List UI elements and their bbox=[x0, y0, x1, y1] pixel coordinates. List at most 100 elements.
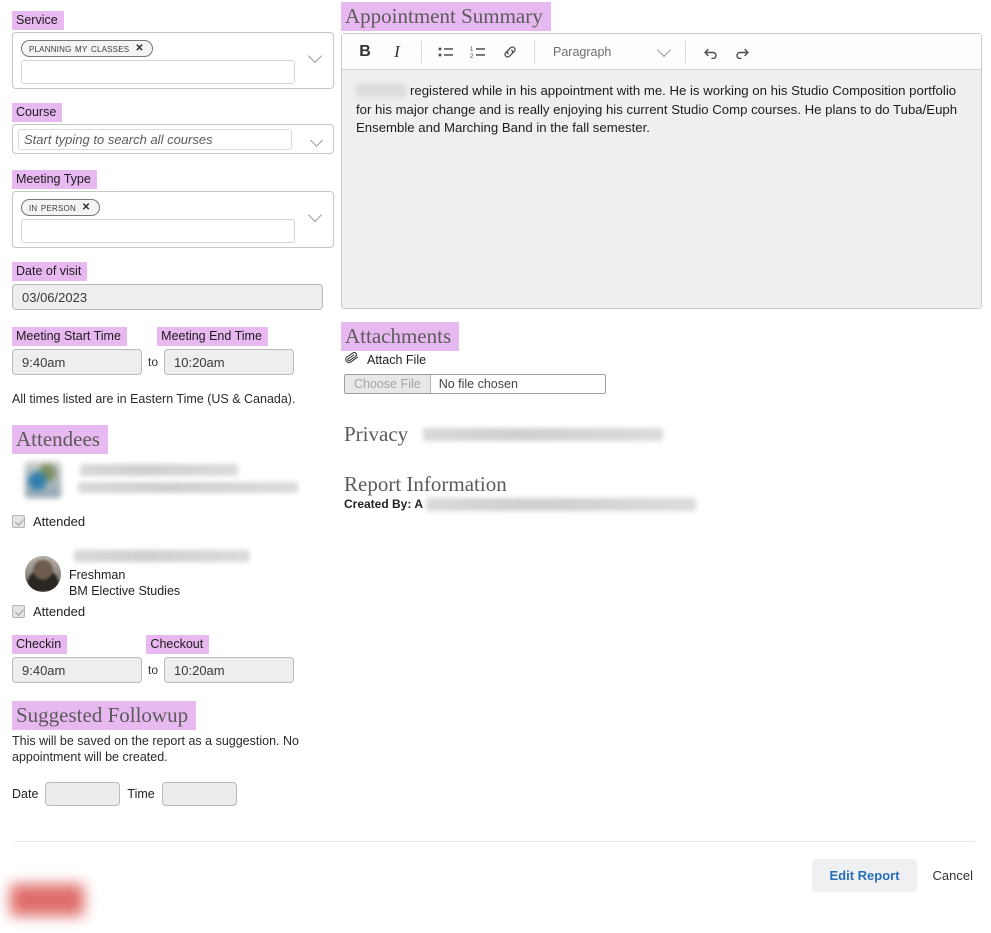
service-multiselect[interactable]: Planning My Classes ✕ bbox=[12, 32, 334, 89]
chevron-down-icon[interactable] bbox=[309, 210, 324, 219]
meeting-end-time-input[interactable] bbox=[164, 349, 295, 375]
attendee-name-redacted bbox=[80, 464, 238, 476]
attendees-heading: Attendees bbox=[12, 425, 108, 454]
footer-divider bbox=[15, 841, 975, 842]
svg-text:2: 2 bbox=[470, 54, 474, 59]
meeting-type-label: Meeting Type bbox=[12, 170, 97, 189]
appointment-summary-editor: B I 1 2 Paragraph registered while in hi… bbox=[341, 33, 982, 309]
attendee-meta: Freshman BM Elective Studies bbox=[69, 568, 180, 599]
avatar bbox=[25, 462, 61, 498]
edit-report-button[interactable]: Edit Report bbox=[812, 859, 917, 892]
checkin-checkout-field: Checkin Checkout to bbox=[12, 635, 334, 683]
paragraph-format-value: Paragraph bbox=[553, 44, 612, 59]
checkout-label: Checkout bbox=[146, 635, 210, 654]
paperclip-icon bbox=[344, 351, 361, 368]
editor-toolbar: B I 1 2 Paragraph bbox=[342, 34, 981, 70]
checkbox-icon[interactable] bbox=[12, 515, 25, 528]
privacy-content-redacted bbox=[422, 428, 663, 441]
date-of-visit-label: Date of visit bbox=[12, 262, 88, 281]
service-token-label: Planning My Classes bbox=[29, 41, 130, 55]
meeting-start-time-label: Meeting Start Time bbox=[12, 327, 127, 346]
choose-file-button[interactable]: Choose File bbox=[345, 375, 431, 393]
followup-time-label: Time bbox=[127, 787, 155, 801]
service-token[interactable]: Planning My Classes ✕ bbox=[21, 40, 153, 57]
service-field: Service Planning My Classes ✕ bbox=[12, 11, 334, 89]
attach-file-label: Attach File bbox=[344, 351, 983, 368]
meeting-type-token-label: In Person bbox=[29, 200, 76, 214]
close-icon[interactable]: ✕ bbox=[82, 202, 91, 213]
followup-date-label: Date bbox=[12, 787, 39, 801]
date-of-visit-field: Date of visit bbox=[12, 262, 334, 310]
checkout-input[interactable] bbox=[164, 657, 295, 683]
timezone-note: All times listed are in Eastern Time (US… bbox=[12, 392, 296, 406]
summary-name-redacted bbox=[356, 84, 406, 97]
bullet-list-icon[interactable] bbox=[431, 38, 461, 66]
obscured-action-button[interactable] bbox=[10, 884, 84, 916]
toolbar-divider bbox=[685, 40, 686, 63]
created-by-label: Created By: bbox=[344, 497, 412, 511]
checkin-separator: to bbox=[148, 663, 159, 677]
followup-date-input[interactable] bbox=[45, 782, 121, 806]
date-of-visit-input[interactable] bbox=[12, 284, 323, 310]
redo-icon[interactable] bbox=[727, 38, 757, 66]
created-by-redacted bbox=[426, 497, 697, 511]
meeting-time-field: Meeting Start Time Meeting End Time to bbox=[12, 327, 334, 375]
appointment-summary-textarea[interactable]: registered while in his appointment with… bbox=[342, 70, 981, 308]
chevron-down-icon bbox=[656, 42, 672, 57]
svg-text:1: 1 bbox=[470, 47, 474, 53]
attachments-heading: Attachments bbox=[341, 322, 460, 351]
attendee-meta-redacted bbox=[78, 482, 298, 493]
attended-checkbox-row[interactable]: Attended bbox=[12, 604, 334, 619]
meeting-type-multiselect[interactable]: In Person ✕ bbox=[12, 191, 334, 248]
footer-actions: Edit Report Cancel bbox=[812, 859, 975, 892]
undo-icon[interactable] bbox=[695, 38, 725, 66]
checkbox-icon[interactable] bbox=[12, 605, 25, 618]
list-item: Freshman BM Elective Studies bbox=[12, 550, 334, 602]
numbered-list-icon[interactable]: 1 2 bbox=[463, 38, 493, 66]
followup-datetime-row: Date Time bbox=[12, 782, 334, 806]
time-separator: to bbox=[148, 355, 159, 369]
meeting-start-time-input[interactable] bbox=[12, 349, 142, 375]
suggested-followup-heading: Suggested Followup bbox=[12, 701, 197, 730]
service-label: Service bbox=[12, 11, 64, 30]
privacy-heading: Privacy bbox=[344, 422, 409, 446]
course-select[interactable] bbox=[12, 124, 334, 154]
attach-file-text: Attach File bbox=[367, 353, 427, 367]
meeting-type-field: Meeting Type In Person ✕ bbox=[12, 170, 334, 248]
bold-button[interactable]: B bbox=[350, 38, 380, 66]
course-input[interactable] bbox=[18, 129, 292, 150]
checkin-label: Checkin bbox=[12, 635, 68, 654]
left-column: Service Planning My Classes ✕ Course Mee… bbox=[12, 0, 334, 806]
followup-time-input[interactable] bbox=[161, 782, 237, 806]
italic-button[interactable]: I bbox=[382, 38, 412, 66]
course-field: Course bbox=[12, 103, 334, 154]
toolbar-divider bbox=[534, 40, 535, 63]
attendee-major: BM Elective Studies bbox=[69, 583, 181, 598]
close-icon[interactable]: ✕ bbox=[135, 43, 144, 54]
meeting-type-text-input[interactable] bbox=[21, 219, 295, 243]
link-icon[interactable] bbox=[495, 38, 525, 66]
checkin-input[interactable] bbox=[12, 657, 142, 683]
file-upload-input[interactable]: Choose File No file chosen bbox=[344, 374, 606, 394]
appointment-summary-text: registered while in his appointment with… bbox=[356, 83, 958, 135]
chevron-down-icon[interactable] bbox=[311, 136, 324, 144]
list-item bbox=[12, 462, 334, 510]
cancel-button[interactable]: Cancel bbox=[931, 864, 975, 887]
attended-checkbox-row[interactable]: Attended bbox=[12, 514, 334, 529]
report-information-heading: Report Information bbox=[344, 472, 507, 496]
avatar bbox=[25, 556, 61, 592]
chevron-down-icon[interactable] bbox=[309, 51, 324, 60]
appointment-summary-heading: Appointment Summary bbox=[341, 2, 551, 31]
meeting-type-token[interactable]: In Person ✕ bbox=[21, 199, 100, 216]
file-status-text: No file chosen bbox=[438, 377, 518, 391]
right-column: Appointment Summary B I 1 2 Paragraph re… bbox=[341, 0, 983, 511]
meeting-end-time-label: Meeting End Time bbox=[157, 327, 268, 346]
attended-label: Attended bbox=[33, 514, 86, 529]
course-label: Course bbox=[12, 103, 63, 122]
attended-label: Attended bbox=[33, 604, 86, 619]
toolbar-divider bbox=[421, 40, 422, 63]
attendee-name-redacted bbox=[74, 550, 250, 562]
attendee-class-year: Freshman bbox=[69, 568, 126, 582]
paragraph-format-select[interactable]: Paragraph bbox=[544, 39, 676, 65]
service-text-input[interactable] bbox=[21, 60, 295, 84]
